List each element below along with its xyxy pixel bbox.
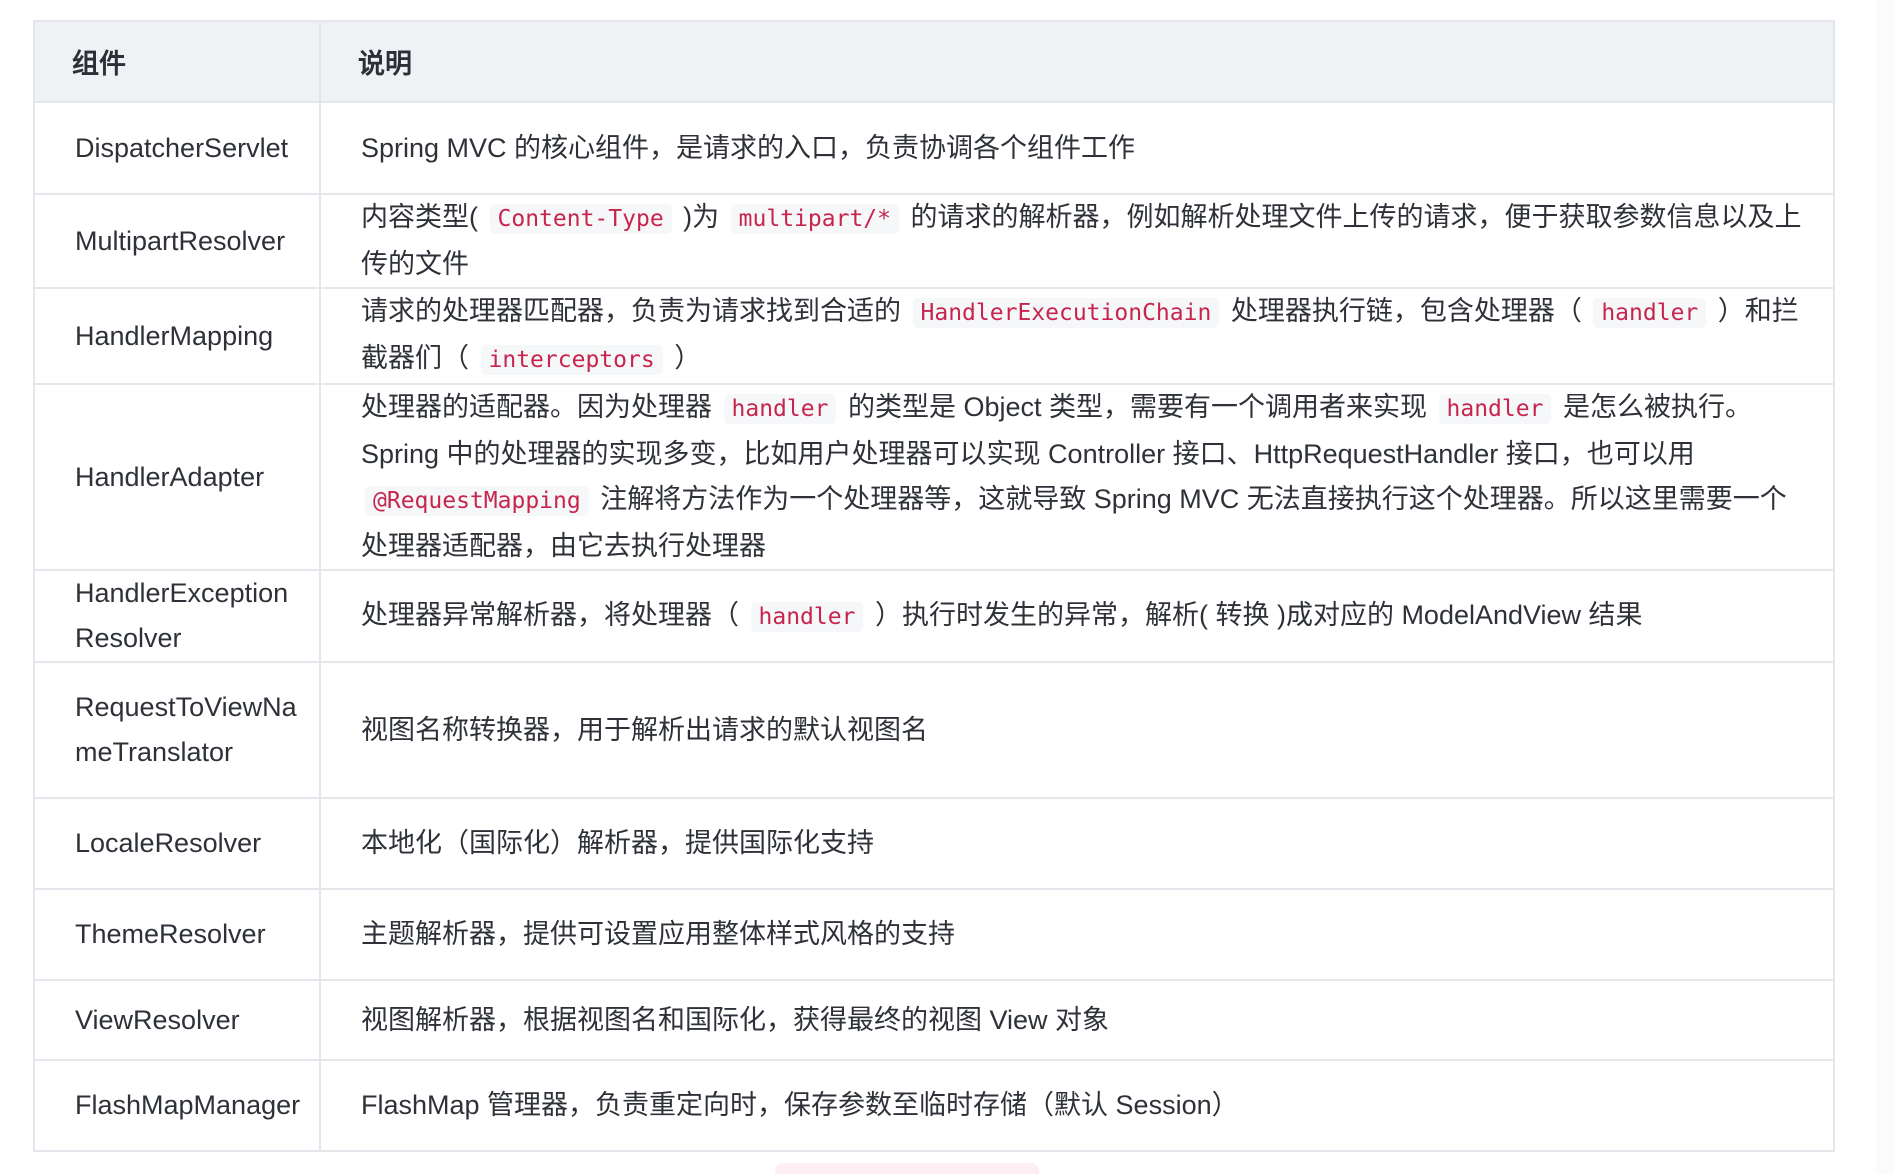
inline-code: multipart/* [730, 204, 899, 234]
description-text: 的类型是 Object 类型，需要有一个调用者来实现 [840, 392, 1435, 422]
components-table-container: 组件 说明 DispatcherServlet Spring MVC 的核心组件，… [33, 20, 1835, 1152]
description-text: 处理器的适配器。因为处理器 [361, 392, 720, 422]
component-name-cell: HandlerAdapter [33, 383, 321, 571]
description-text: Spring MVC 的核心组件，是请求的入口，负责协调各个组件工作 [361, 132, 1136, 163]
table-row: HandlerExceptionResolver 处理器异常解析器，将处理器（ h… [33, 569, 1835, 663]
table-row: ViewResolver 视图解析器，根据视图名和国际化，获得最终的视图 View… [33, 979, 1835, 1061]
component-name-cell: RequestToViewNameTranslator [33, 661, 321, 799]
header-component: 组件 [33, 20, 321, 103]
component-name-cell: ViewResolver [33, 979, 321, 1061]
component-description-cell: 请求的处理器匹配器，负责为请求找到合适的 HandlerExecutionCha… [319, 287, 1835, 385]
inline-code: @RequestMapping [365, 486, 589, 516]
description-text: ） [666, 343, 702, 373]
component-name-cell: MultipartResolver [33, 193, 321, 289]
inline-code: HandlerExecutionChain [912, 298, 1220, 328]
component-description-cell: Spring MVC 的核心组件，是请求的入口，负责协调各个组件工作 [319, 101, 1835, 195]
bottom-tab-edge [775, 1163, 1039, 1174]
table-row: MultipartResolver 内容类型( Content-Type )为 m… [33, 193, 1835, 289]
description-text: 本地化（国际化）解析器，提供国际化支持 [361, 828, 874, 858]
table-row: ThemeResolver 主题解析器，提供可设置应用整体样式风格的支持 [33, 888, 1835, 981]
description-text: 主题解析器，提供可设置应用整体样式风格的支持 [361, 919, 955, 949]
component-name-cell: HandlerExceptionResolver [33, 569, 321, 663]
table-row: HandlerMapping 请求的处理器匹配器，负责为请求找到合适的 Handl… [33, 287, 1835, 385]
component-description-cell: 视图名称转换器，用于解析出请求的默认视图名 [319, 661, 1835, 799]
component-description-cell: 视图解析器，根据视图名和国际化，获得最终的视图 View 对象 [319, 979, 1835, 1061]
inline-code: interceptors [480, 345, 663, 375]
component-description-cell: 处理器的适配器。因为处理器 handler 的类型是 Object 类型，需要有… [319, 383, 1835, 571]
table-body: DispatcherServlet Spring MVC 的核心组件，是请求的入口… [33, 101, 1835, 1152]
inline-code: Content-Type [489, 204, 672, 234]
component-description-cell: 本地化（国际化）解析器，提供国际化支持 [319, 797, 1835, 890]
component-name-cell: ThemeResolver [33, 888, 321, 981]
window-right-edge [1876, 0, 1894, 1174]
components-table: 组件 说明 DispatcherServlet Spring MVC 的核心组件，… [33, 20, 1835, 1152]
description-text: 内容类型( [361, 202, 486, 232]
description-text: 请求的处理器匹配器，负责为请求找到合适的 [361, 296, 909, 326]
table-row: RequestToViewNameTranslator 视图名称转换器，用于解析出… [33, 661, 1835, 799]
table-header: 组件 说明 [33, 20, 1835, 103]
inline-code: handler [1593, 298, 1707, 328]
header-row: 组件 说明 [33, 20, 1835, 103]
table-row: LocaleResolver 本地化（国际化）解析器，提供国际化支持 [33, 797, 1835, 890]
table-row: FlashMapManager FlashMap 管理器，负责重定向时，保存参数至… [33, 1059, 1835, 1152]
inline-code: handler [723, 394, 837, 424]
component-description-cell: 主题解析器，提供可设置应用整体样式风格的支持 [319, 888, 1835, 981]
component-name-cell: HandlerMapping [33, 287, 321, 385]
component-name-cell: LocaleResolver [33, 797, 321, 890]
header-description: 说明 [319, 20, 1835, 103]
table-row: DispatcherServlet Spring MVC 的核心组件，是请求的入口… [33, 101, 1835, 195]
description-text: 视图解析器，根据视图名和国际化，获得最终的视图 View 对象 [361, 1004, 1110, 1035]
table-row: HandlerAdapter 处理器的适配器。因为处理器 handler 的类型是… [33, 383, 1835, 571]
component-name-cell: DispatcherServlet [33, 101, 321, 195]
description-text: 处理器执行链，包含处理器（ [1223, 296, 1590, 326]
component-description-cell: FlashMap 管理器，负责重定向时，保存参数至临时存储（默认 Session… [319, 1059, 1835, 1152]
component-description-cell: 处理器异常解析器，将处理器（ handler ）执行时发生的异常，解析( 转换 … [319, 569, 1835, 663]
component-name-cell: FlashMapManager [33, 1059, 321, 1152]
description-text: FlashMap 管理器，负责重定向时，保存参数至临时存储（默认 Session… [361, 1090, 1239, 1120]
inline-code: handler [750, 601, 864, 632]
description-text: ）执行时发生的异常，解析( 转换 )成对应的 ModelAndView 结果 [867, 599, 1643, 630]
component-description-cell: 内容类型( Content-Type )为 multipart/* 的请求的解析… [319, 193, 1835, 289]
inline-code: handler [1438, 394, 1552, 424]
description-text: 视图名称转换器，用于解析出请求的默认视图名 [361, 714, 928, 745]
description-text: 处理器异常解析器，将处理器（ [361, 599, 747, 630]
description-text: )为 [675, 202, 727, 232]
